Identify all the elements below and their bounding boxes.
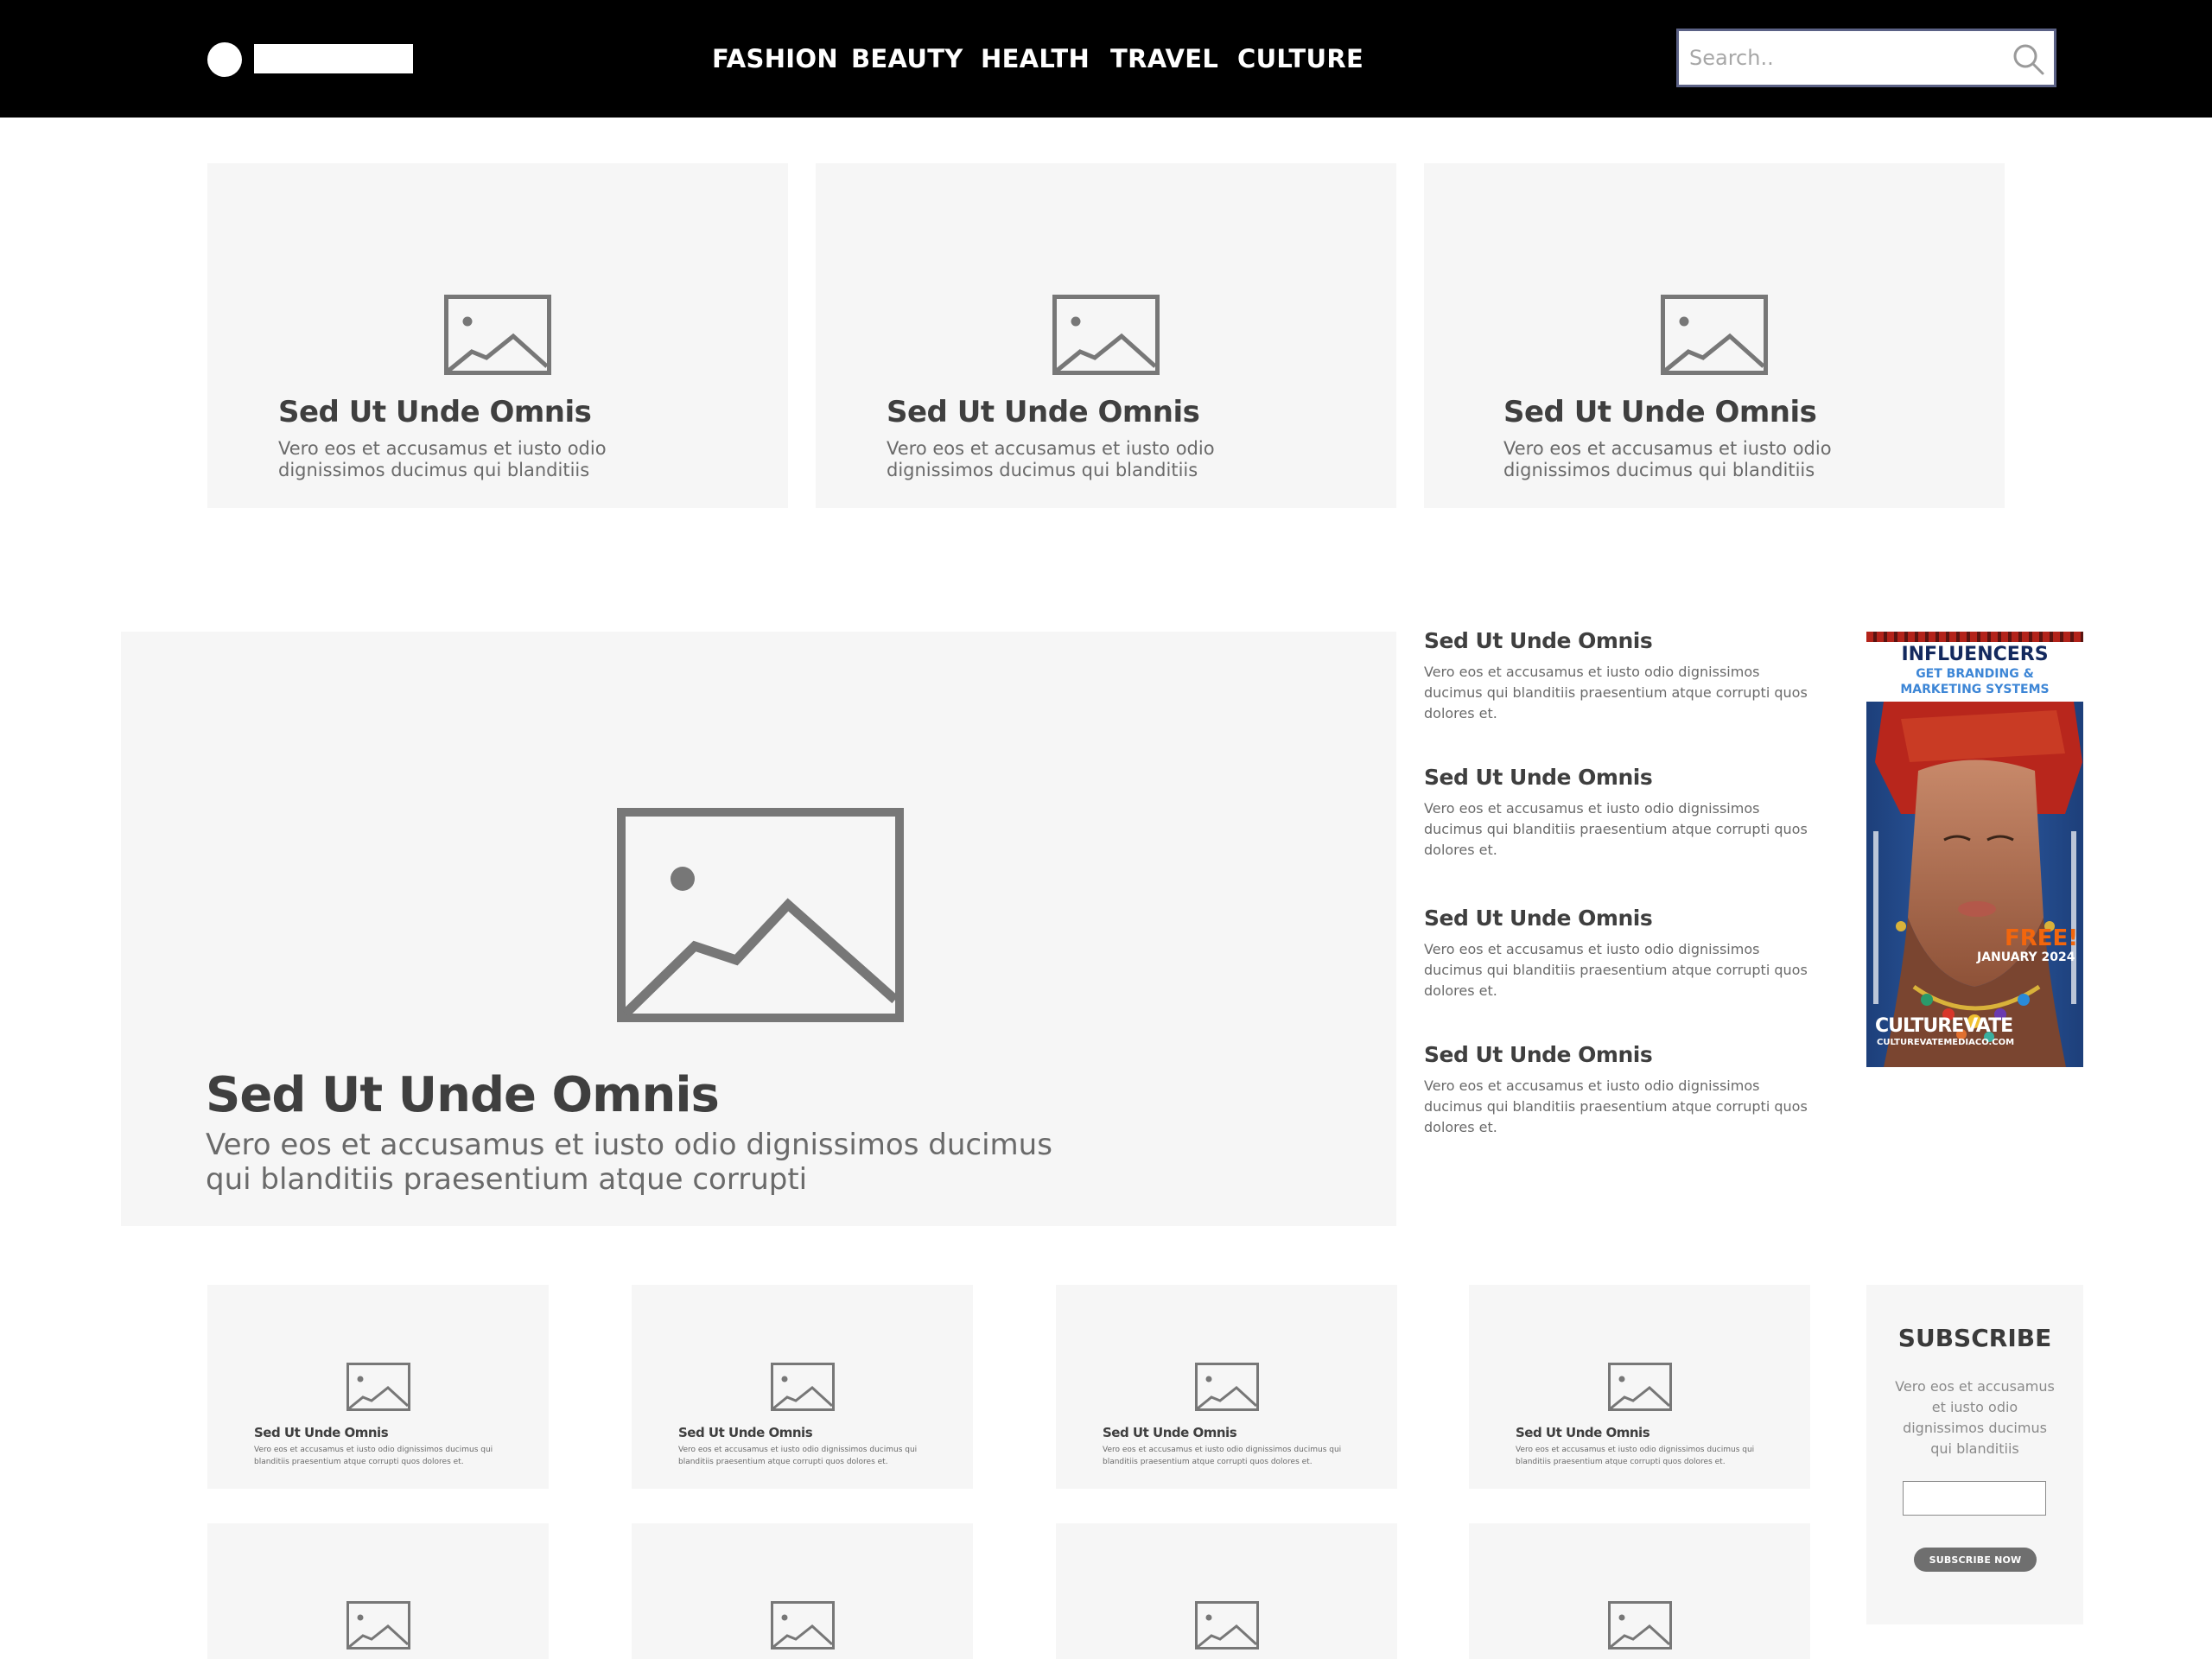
featured-article[interactable]: Sed Ut Unde Omnis Vero eos et accusamus … xyxy=(121,632,1396,1226)
nav-travel[interactable]: TRAVEL xyxy=(1110,41,1218,76)
article-excerpt: Vero eos et accusamus et iusto odio dign… xyxy=(1503,438,1832,480)
featured-title[interactable]: Sed Ut Unde Omnis xyxy=(206,1067,720,1123)
subscribe-email-field[interactable] xyxy=(1903,1481,2046,1516)
image-placeholder-icon xyxy=(771,1363,835,1411)
ad-brand: CULTUREVATE xyxy=(1875,1015,2013,1037)
image-placeholder-icon xyxy=(1195,1601,1259,1649)
ad-date: JANUARY 2024 xyxy=(1977,950,2075,964)
ad-url: CULTUREVATEMEDIACO.COM xyxy=(1877,1038,2015,1047)
article-title[interactable]: Sed Ut Unde Omnis xyxy=(1103,1425,1237,1440)
list-item-excerpt: Vero eos et accusamus et iusto odio dign… xyxy=(1424,800,1808,858)
search-input[interactable] xyxy=(1689,38,2000,78)
ad-cover-image xyxy=(1866,702,2083,1067)
image-placeholder-icon xyxy=(1052,295,1160,375)
nav-culture[interactable]: CULTURE xyxy=(1237,41,1363,76)
image-placeholder-icon xyxy=(346,1601,410,1649)
nav-beauty[interactable]: BEAUTY xyxy=(851,41,963,76)
article-title[interactable]: Sed Ut Unde Omnis xyxy=(1516,1425,1650,1440)
magazine-ad[interactable]: INFLUENCERS GET BRANDING & MARKETING SYS… xyxy=(1866,632,2083,1067)
list-item[interactable]: Sed Ut Unde Omnis Vero eos et accusamus … xyxy=(1424,1042,1830,1138)
image-placeholder-icon xyxy=(1195,1363,1259,1411)
article-title[interactable]: Sed Ut Unde Omnis xyxy=(278,395,592,429)
subscribe-description: Vero eos et accusamus et iusto odio dign… xyxy=(1895,1378,2055,1457)
subscribe-widget: SUBSCRIBE Vero eos et accusamus et iusto… xyxy=(1866,1285,2083,1624)
article-card[interactable]: Sed Ut Unde Omnis Vero eos et accusamus … xyxy=(1424,163,2005,508)
article-card[interactable]: Sed Ut Unde Omnis Vero eos et accusamus … xyxy=(816,163,1396,508)
article-card[interactable]: Sed Ut Unde Omnis Vero eos et accusamus … xyxy=(207,1285,549,1489)
image-placeholder-icon xyxy=(1608,1601,1672,1649)
image-placeholder-icon xyxy=(346,1363,410,1411)
article-title[interactable]: Sed Ut Unde Omnis xyxy=(254,1425,389,1440)
subscribe-button[interactable]: SUBSCRIBE NOW xyxy=(1914,1548,2037,1572)
nav-health[interactable]: HEALTH xyxy=(981,41,1090,76)
image-placeholder-icon xyxy=(444,295,551,375)
article-card[interactable] xyxy=(632,1523,973,1659)
image-placeholder-icon xyxy=(1608,1363,1672,1411)
list-item-excerpt: Vero eos et accusamus et iusto odio dign… xyxy=(1424,1077,1808,1135)
article-title[interactable]: Sed Ut Unde Omnis xyxy=(1503,395,1817,429)
search-icon[interactable] xyxy=(2011,41,2045,76)
list-item-title[interactable]: Sed Ut Unde Omnis xyxy=(1424,628,1830,653)
image-placeholder-icon xyxy=(1661,295,1768,375)
article-card[interactable] xyxy=(1469,1523,1810,1659)
article-excerpt: Vero eos et accusamus et iusto odio dign… xyxy=(1516,1446,1755,1466)
list-item[interactable]: Sed Ut Unde Omnis Vero eos et accusamus … xyxy=(1424,906,1830,1001)
article-card[interactable]: Sed Ut Unde Omnis Vero eos et accusamus … xyxy=(207,163,788,508)
list-item-title[interactable]: Sed Ut Unde Omnis xyxy=(1424,765,1830,790)
article-title[interactable]: Sed Ut Unde Omnis xyxy=(678,1425,813,1440)
list-item-title[interactable]: Sed Ut Unde Omnis xyxy=(1424,1042,1830,1067)
subscribe-title: SUBSCRIBE xyxy=(1897,1324,2052,1352)
article-card[interactable]: Sed Ut Unde Omnis Vero eos et accusamus … xyxy=(1469,1285,1810,1489)
article-card[interactable] xyxy=(207,1523,549,1659)
ad-subtitle: GET BRANDING & MARKETING SYSTEMS xyxy=(1900,667,2050,696)
nav-fashion[interactable]: FASHION xyxy=(712,41,838,76)
image-placeholder-icon xyxy=(617,808,904,1022)
article-card[interactable] xyxy=(1056,1523,1397,1659)
article-excerpt: Vero eos et accusamus et iusto odio dign… xyxy=(887,438,1215,480)
article-card[interactable]: Sed Ut Unde Omnis Vero eos et accusamus … xyxy=(632,1285,973,1489)
list-item[interactable]: Sed Ut Unde Omnis Vero eos et accusamus … xyxy=(1424,628,1830,724)
article-excerpt: Vero eos et accusamus et iusto odio dign… xyxy=(254,1446,493,1466)
article-excerpt: Vero eos et accusamus et iusto odio dign… xyxy=(278,438,607,480)
ad-banner-strip xyxy=(1866,632,2083,642)
search-box xyxy=(1676,29,2056,87)
list-item-excerpt: Vero eos et accusamus et iusto odio dign… xyxy=(1424,941,1808,999)
article-title[interactable]: Sed Ut Unde Omnis xyxy=(887,395,1200,429)
ad-title: INFLUENCERS xyxy=(1901,644,2049,665)
article-card[interactable]: Sed Ut Unde Omnis Vero eos et accusamus … xyxy=(1056,1285,1397,1489)
article-excerpt: Vero eos et accusamus et iusto odio dign… xyxy=(678,1446,918,1466)
list-item[interactable]: Sed Ut Unde Omnis Vero eos et accusamus … xyxy=(1424,765,1830,861)
list-item-excerpt: Vero eos et accusamus et iusto odio dign… xyxy=(1424,664,1808,721)
list-item-title[interactable]: Sed Ut Unde Omnis xyxy=(1424,906,1830,931)
featured-excerpt: Vero eos et accusamus et iusto odio dign… xyxy=(206,1128,1052,1197)
image-placeholder-icon xyxy=(771,1601,835,1649)
site-header: FASHION BEAUTY HEALTH TRAVEL CULTURE xyxy=(0,0,2212,118)
ad-free-badge: FREE! xyxy=(2005,925,2079,951)
article-excerpt: Vero eos et accusamus et iusto odio dign… xyxy=(1103,1446,1342,1466)
